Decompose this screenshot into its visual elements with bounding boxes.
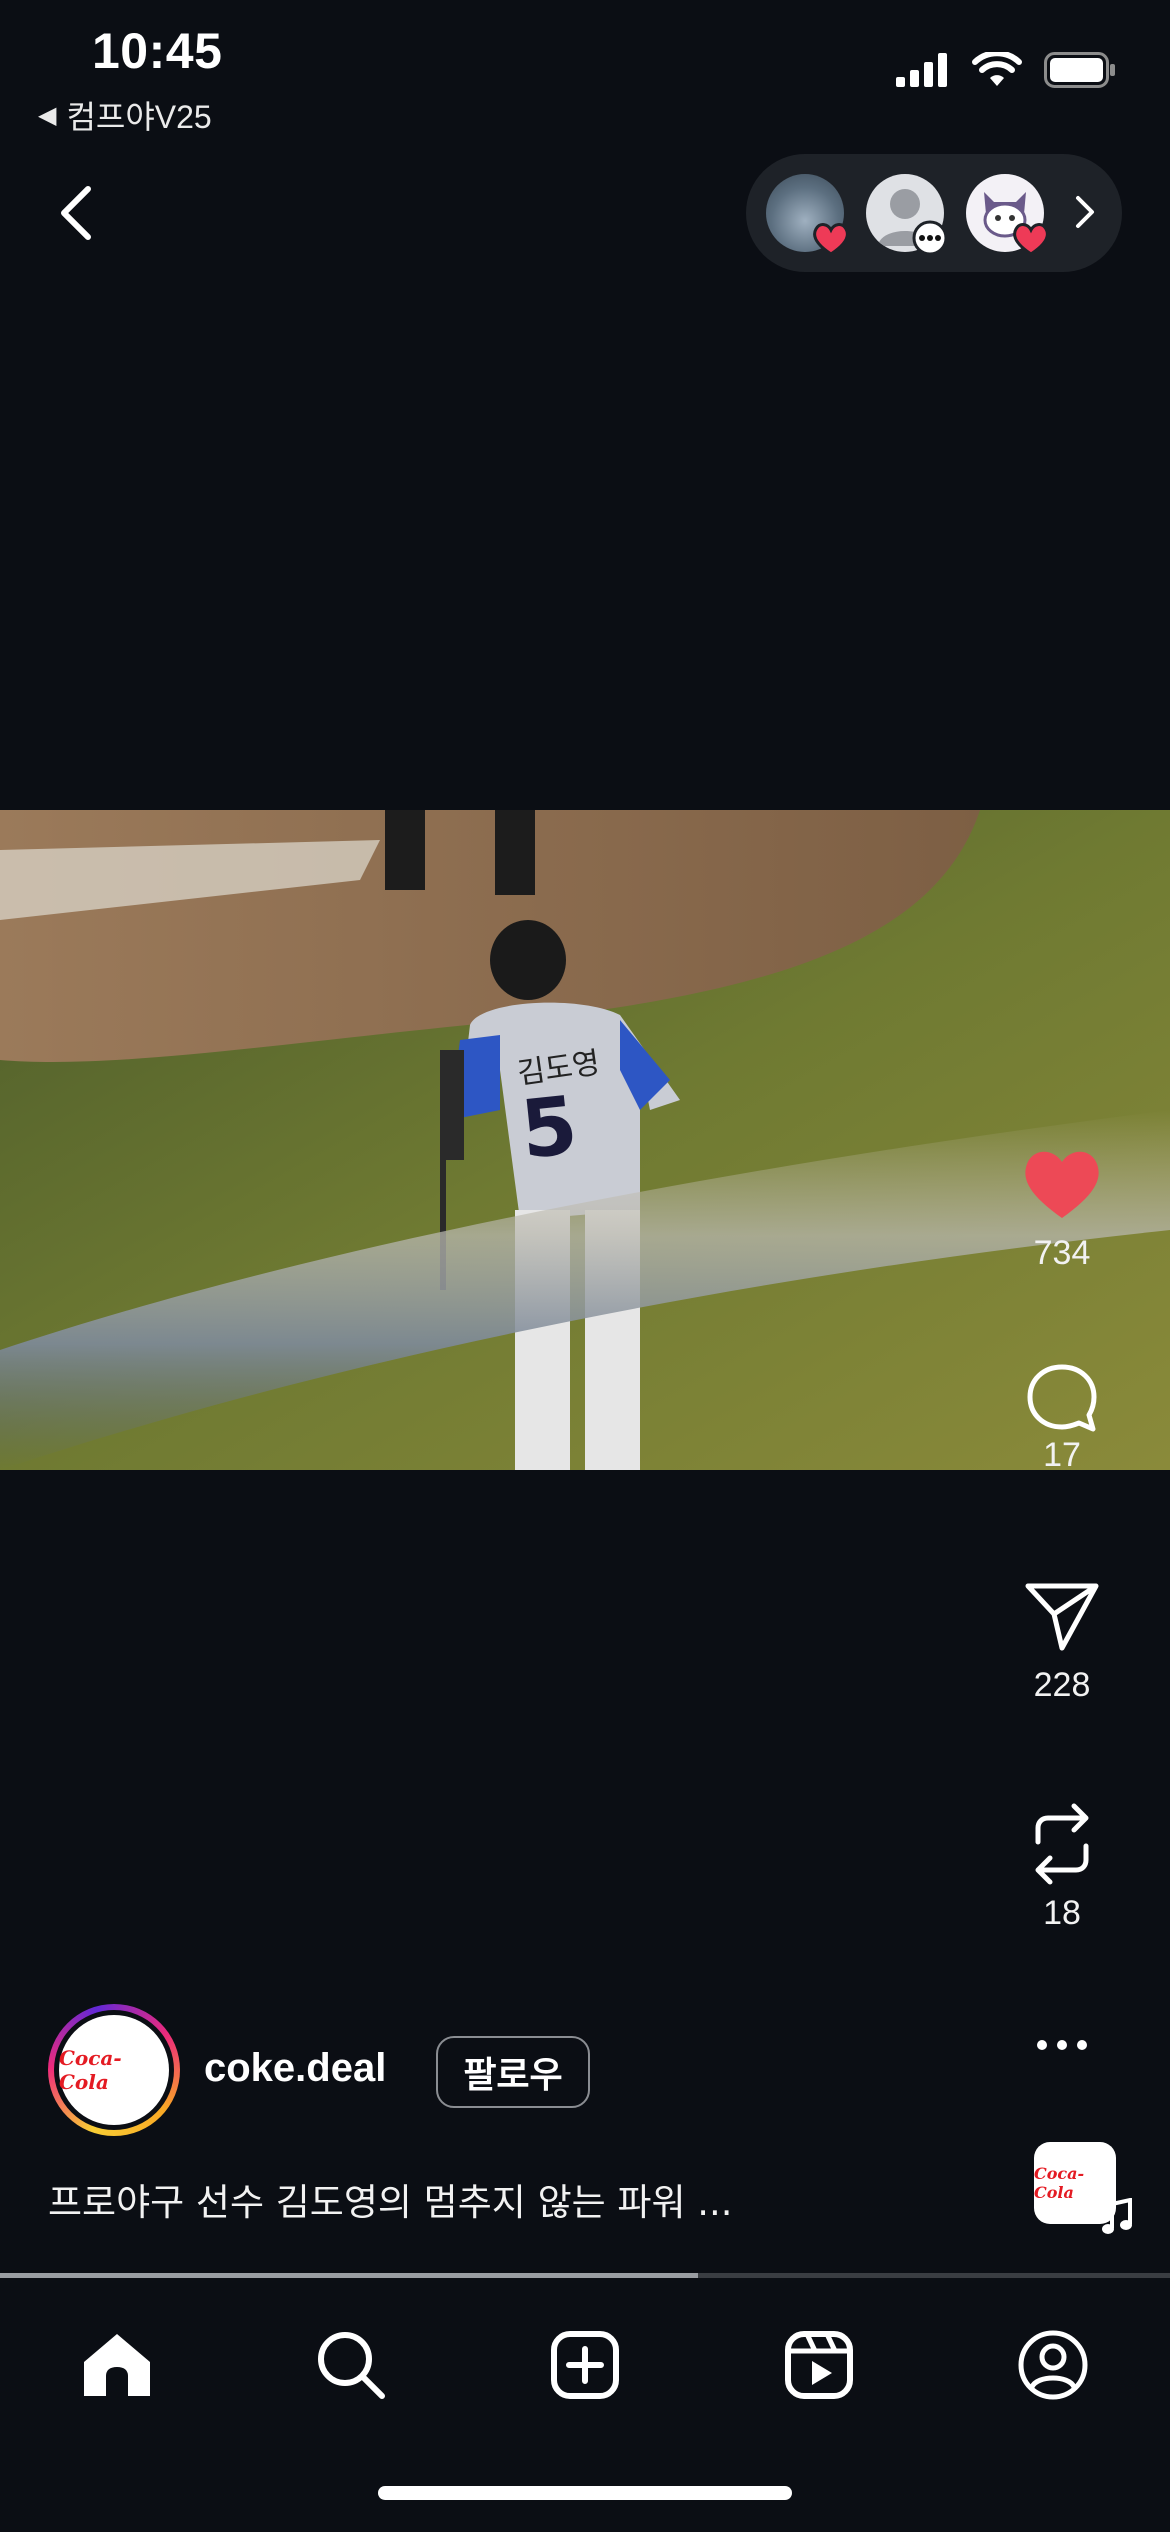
battery-icon (1044, 52, 1115, 88)
wifi-icon (972, 52, 1022, 86)
tab-search[interactable] (306, 2320, 396, 2410)
repost-count: 18 (1043, 1894, 1081, 1932)
comment-icon (1027, 1364, 1097, 1432)
tab-profile[interactable] (1008, 2320, 1098, 2410)
status-icons (896, 52, 1116, 88)
home-icon (84, 2334, 150, 2396)
friend-avatar-3[interactable] (966, 174, 1049, 256)
tab-create[interactable] (540, 2320, 630, 2410)
search-icon (318, 2332, 385, 2399)
author-username[interactable]: coke.deal (204, 2046, 386, 2091)
audio-track-button[interactable]: Coca-Cola (1034, 2142, 1132, 2234)
more-horizontal-icon (1037, 2040, 1087, 2050)
friend-avatar-1[interactable] (766, 174, 849, 256)
back-to-app-label: 컴프야V25 (66, 99, 212, 135)
jersey-number-text: 5 (517, 1078, 582, 1176)
share-count: 228 (1033, 1666, 1091, 1704)
heart-icon (1013, 223, 1049, 256)
heart-icon (813, 223, 849, 256)
back-triangle-icon: ◀ (38, 101, 57, 129)
chevron-right-icon (1076, 196, 1094, 228)
video-frame-image: 김도영 5 (0, 810, 1170, 1470)
friends-activity-pill[interactable] (746, 154, 1122, 272)
profile-icon (1018, 2330, 1088, 2400)
tab-reels[interactable] (774, 2320, 864, 2410)
repost-button[interactable]: 18 (1002, 1802, 1122, 1933)
home-indicator (378, 2486, 792, 2500)
create-post-icon (551, 2331, 619, 2399)
back-to-app-link[interactable]: ◀ 컴프야V25 (38, 92, 212, 138)
reel-video[interactable]: 김도영 5 (0, 810, 1170, 1470)
cellular-signal-icon (896, 53, 947, 87)
reels-icon (785, 2331, 853, 2399)
comment-button[interactable]: 17 (1002, 1362, 1122, 1475)
music-note-icon (1102, 2198, 1132, 2234)
heart-filled-icon (1025, 1151, 1099, 1218)
back-button[interactable] (46, 178, 106, 248)
share-button[interactable]: 228 (1002, 1582, 1122, 1705)
post-caption[interactable]: 프로야구 선수 김도영의 멈추지 않는 파워 ... (48, 2172, 733, 2226)
coca-cola-logo-text: Coca-Cola (59, 2046, 122, 2094)
like-count: 734 (1033, 1234, 1091, 1272)
like-button[interactable]: 734 (1002, 1148, 1122, 1273)
audio-logo-text: Coca-Cola (1034, 2164, 1085, 2202)
friend-avatar-2[interactable] (866, 174, 948, 256)
more-options-button[interactable] (1002, 2038, 1122, 2052)
tab-home[interactable] (72, 2320, 162, 2410)
repost-icon (1035, 1803, 1089, 1885)
follow-button[interactable]: 팔로우 (436, 2036, 590, 2108)
comment-bubble-icon (912, 220, 948, 256)
author-avatar[interactable]: Coca-Cola (48, 2004, 180, 2136)
comment-count: 17 (1043, 1436, 1081, 1474)
status-time: 10:45 (92, 23, 223, 79)
paper-plane-icon (1025, 1583, 1099, 1651)
chevron-left-icon (61, 186, 91, 240)
